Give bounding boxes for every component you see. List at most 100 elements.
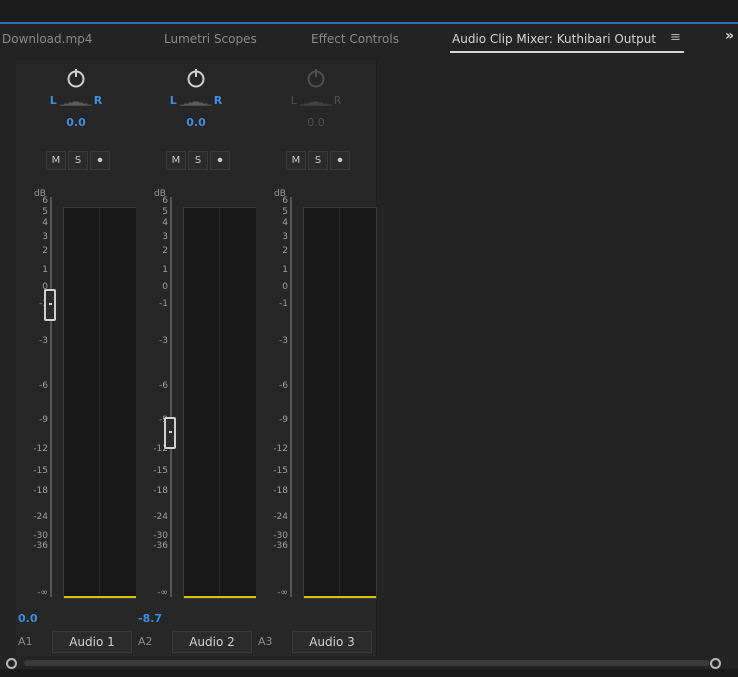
scale-tick: 6: [42, 196, 48, 206]
tab-download-mp4[interactable]: Download.mp4: [2, 32, 92, 46]
record-button[interactable]: ⏺: [210, 151, 230, 170]
channel-strip-a2: L ▁▂▃▄▃▂▁ R 0.0 M S ⏺ dB 6 5 4 3 2 1 0 -…: [136, 60, 257, 656]
scale-tick: 1: [162, 265, 168, 275]
scale-tick: 3: [162, 232, 168, 242]
level-meter: [303, 207, 377, 599]
scale-tick: 6: [162, 196, 168, 206]
scale-tick: -24: [273, 512, 288, 522]
tab-audio-clip-mixer[interactable]: Audio Clip Mixer: Kuthibari Output: [452, 32, 656, 46]
scale-tick: -3: [159, 336, 168, 346]
scale-tick: -3: [39, 336, 48, 346]
scale-tick: 4: [282, 218, 288, 228]
volume-fader-handle[interactable]: [164, 417, 176, 449]
track-id-label: A2: [138, 635, 153, 648]
double-chevron-right-icon[interactable]: »: [725, 28, 734, 44]
volume-value[interactable]: 0.0: [18, 612, 38, 625]
scale-tick: -18: [273, 486, 288, 496]
channel-strip-a3: L ▁▂▃▄▃▂▁ R 0.0 M S ⏺ dB 6 5 4 3 2 1 0 -…: [256, 60, 377, 656]
volume-value[interactable]: -8.7: [138, 612, 162, 625]
track-id-label: A1: [18, 635, 33, 648]
scale-tick: -∞: [277, 588, 288, 598]
scale-tick: 2: [42, 246, 48, 256]
scale-tick: -∞: [157, 588, 168, 598]
scale-tick: 0: [162, 282, 168, 292]
scale-tick: -9: [39, 415, 48, 425]
track-name-field[interactable]: Audio 1: [52, 631, 132, 653]
scale-tick: 1: [42, 265, 48, 275]
scale-tick: -15: [33, 466, 48, 476]
pan-bars-icon: ▁▂▃▄▃▂▁: [59, 98, 92, 106]
pan-lr-indicator: L ▁▂▃▄▃▂▁ R: [36, 94, 116, 107]
scale-tick: -3: [279, 336, 288, 346]
scale-tick: 2: [282, 246, 288, 256]
pan-value[interactable]: 0.0: [36, 116, 116, 129]
scale-tick: -30: [33, 531, 48, 541]
scale-tick: -∞: [37, 588, 48, 598]
scale-tick: -24: [33, 512, 48, 522]
window-bottom-strip: [0, 669, 738, 677]
pan-right-label: R: [93, 94, 103, 107]
solo-button[interactable]: S: [188, 151, 208, 170]
pan-knob[interactable]: [186, 68, 206, 88]
scale-tick: 3: [282, 232, 288, 242]
level-meter: [63, 207, 137, 599]
scale-tick: 0: [282, 282, 288, 292]
scale-tick: -24: [153, 512, 168, 522]
db-scale: 6 5 4 3 2 1 0 -1 -3 -6 -9 -12 -15 -18 -2…: [16, 196, 64, 598]
scale-tick: -1: [279, 299, 288, 309]
pan-knob[interactable]: [306, 68, 326, 88]
record-button[interactable]: ⏺: [330, 151, 350, 170]
scale-tick: 4: [162, 218, 168, 228]
tab-lumetri-scopes[interactable]: Lumetri Scopes: [164, 32, 257, 46]
mute-button[interactable]: M: [166, 151, 186, 170]
pan-lr-indicator: L ▁▂▃▄▃▂▁ R: [156, 94, 236, 107]
tab-effect-controls[interactable]: Effect Controls: [311, 32, 399, 46]
pan-value[interactable]: 0.0: [276, 116, 356, 129]
scroll-end-handle-icon[interactable]: [710, 658, 721, 669]
scale-tick: 2: [162, 246, 168, 256]
mute-button[interactable]: M: [46, 151, 66, 170]
hamburger-menu-icon[interactable]: ≡: [670, 30, 681, 45]
pan-left-label: L: [169, 94, 177, 107]
scale-tick: -18: [33, 486, 48, 496]
scrollbar-track[interactable]: [24, 660, 710, 666]
level-meter: [183, 207, 257, 599]
channel-strip-a1: L ▁▂▃▄▃▂▁ R 0.0 M S ⏺ dB 6 5 4 3 2 1 0 -…: [16, 60, 137, 656]
volume-fader-handle[interactable]: [44, 289, 56, 321]
fader-rail: [50, 197, 52, 597]
pan-right-label: R: [213, 94, 223, 107]
active-tab-underline: [450, 51, 684, 53]
track-id-label: A3: [258, 635, 273, 648]
scroll-start-handle-icon[interactable]: [6, 658, 17, 669]
meter-baseline: [304, 596, 376, 598]
scale-tick: 6: [282, 196, 288, 206]
pan-knob[interactable]: [66, 68, 86, 88]
pan-left-label: L: [290, 94, 297, 107]
pan-bars-icon: ▁▂▃▄▃▂▁: [179, 98, 212, 106]
track-name-field[interactable]: Audio 2: [172, 631, 252, 653]
pan-value[interactable]: 0.0: [156, 116, 236, 129]
solo-button[interactable]: S: [68, 151, 88, 170]
mute-button[interactable]: M: [286, 151, 306, 170]
solo-button[interactable]: S: [308, 151, 328, 170]
db-scale: 6 5 4 3 2 1 0 -1 -3 -6 -9 -12 -15 -18 -2…: [136, 196, 184, 598]
record-button[interactable]: ⏺: [90, 151, 110, 170]
scale-tick: -6: [159, 381, 168, 391]
horizontal-scrollbar[interactable]: [0, 657, 738, 669]
meter-divider: [339, 208, 340, 598]
track-name-field[interactable]: Audio 3: [292, 631, 372, 653]
scale-tick: 4: [42, 218, 48, 228]
meter-divider: [219, 208, 220, 598]
scale-tick: 5: [282, 207, 288, 217]
scale-tick: 5: [42, 207, 48, 217]
scale-tick: -30: [153, 531, 168, 541]
meter-divider: [99, 208, 100, 598]
fader-rail: [170, 197, 172, 597]
scale-tick: -6: [279, 381, 288, 391]
scale-tick: -12: [273, 444, 288, 454]
scale-tick: -12: [33, 444, 48, 454]
meter-baseline: [64, 596, 136, 598]
db-scale: 6 5 4 3 2 1 0 -1 -3 -6 -9 -12 -15 -18 -2…: [256, 196, 304, 598]
scale-tick: 1: [282, 265, 288, 275]
scale-tick: -36: [33, 541, 48, 551]
